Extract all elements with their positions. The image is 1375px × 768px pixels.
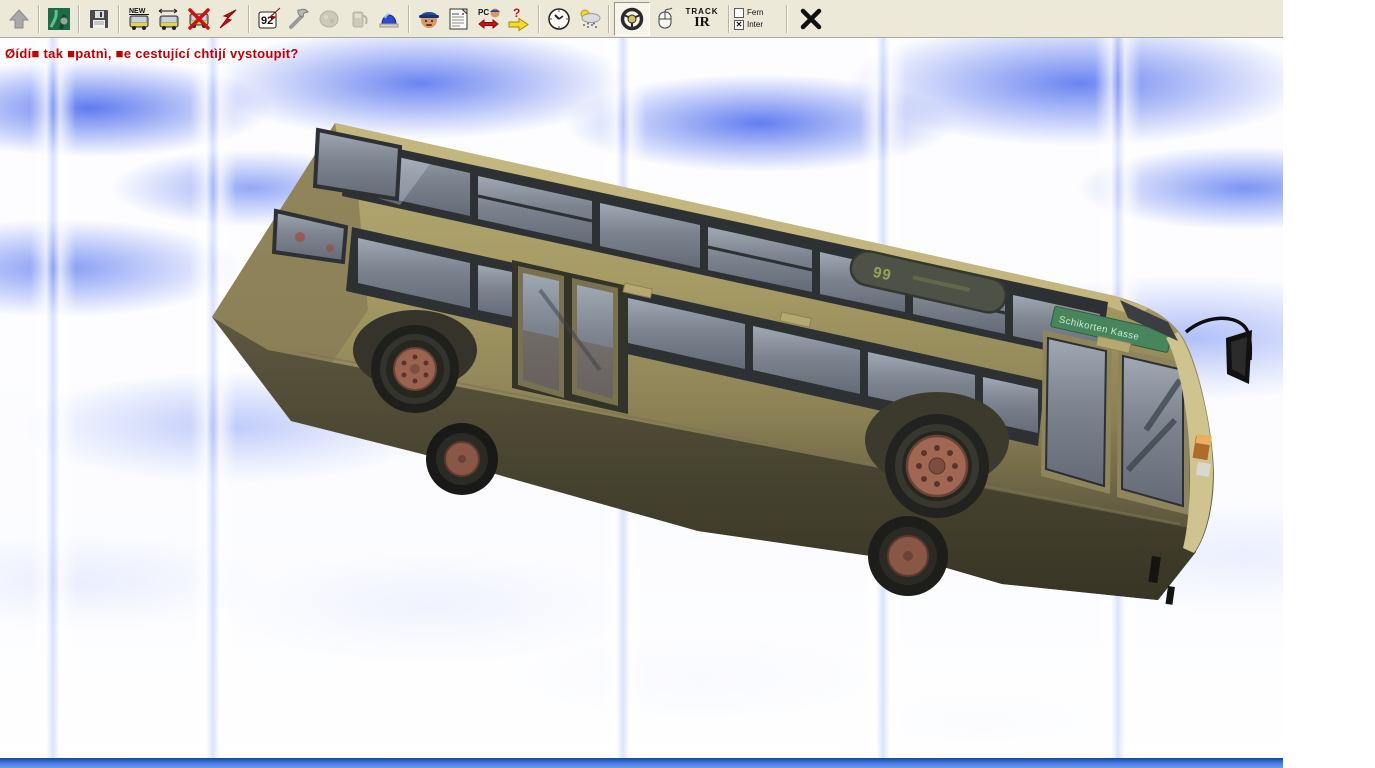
pc-label: PC [478, 8, 489, 17]
bus-delete-button[interactable] [184, 3, 214, 35]
steering-wheel-button-active[interactable] [614, 2, 650, 36]
save-floppy-icon [87, 7, 111, 31]
repair-wrench-icon [286, 6, 312, 32]
checkbox-row-inter[interactable]: ✕ Inter [734, 20, 782, 30]
steering-wheel-icon [619, 6, 645, 32]
trackir-label-bottom: IR [694, 16, 710, 30]
seat-reflection [326, 244, 334, 252]
mouse-button[interactable] [650, 3, 680, 35]
toolbar-separator [408, 5, 410, 33]
police-officer-icon [416, 6, 442, 32]
seat-reflection [295, 232, 305, 242]
toolbar-separator [786, 5, 788, 33]
bus-resize-icon [156, 6, 182, 32]
save-button[interactable] [84, 3, 114, 35]
exit-arrow-button[interactable] [214, 3, 244, 35]
ticket-list-icon [446, 6, 472, 32]
weather-button[interactable] [574, 3, 604, 35]
toolbar-separator [38, 5, 40, 33]
repair-wrench-button[interactable] [284, 3, 314, 35]
3d-viewport[interactable]: 99 Schikorten Kasse [0, 38, 1283, 758]
toolbar-separator [248, 5, 250, 33]
ground-bar [0, 758, 1283, 768]
map-tile-icon [47, 7, 71, 31]
bus-new-label: NEW [129, 8, 146, 15]
right-margin [1283, 0, 1375, 768]
view-checkbox-panel: Fern ✕ Inter [734, 3, 782, 35]
toolbar-separator [728, 5, 730, 33]
help-question-mark: ? [513, 6, 520, 20]
toolbar-separator [608, 5, 610, 33]
help-arrow-icon: ? [506, 6, 532, 32]
front-wheel-inner [868, 516, 948, 596]
checkbox-inter-checked[interactable]: ✕ [734, 20, 744, 30]
close-button[interactable] [792, 3, 830, 35]
clock-button[interactable] [544, 3, 574, 35]
bus-scene: 99 Schikorten Kasse [0, 38, 1283, 758]
up-arrow-icon [7, 7, 31, 31]
pc-transfer-icon: PC [476, 6, 502, 32]
toolbar-separator [538, 5, 540, 33]
fuel-pump-button-disabled[interactable] [344, 3, 374, 35]
app-window: NEW [0, 0, 1283, 768]
fuel-pump-disabled-icon [346, 6, 372, 32]
checkbox-fern-label: Fern [747, 9, 763, 17]
weather-icon [575, 6, 603, 32]
siren-light-icon [376, 6, 402, 32]
mouse-icon [652, 6, 678, 32]
ticket-printer-icon: 92 [256, 6, 282, 32]
main-toolbar: NEW [0, 0, 1283, 38]
help-arrow-button[interactable]: ? [504, 3, 534, 35]
clock-icon [546, 6, 572, 32]
rear-wheel-outer [371, 325, 459, 413]
bus-delete-icon [186, 6, 212, 32]
ticket-list-button[interactable] [444, 3, 474, 35]
trackir-button[interactable]: TRACK IR [680, 3, 724, 35]
status-message: Øídí■ tak ■patnì, ■e cestující chtìjí vy… [5, 46, 299, 61]
front-reflector [1196, 462, 1211, 477]
bus-new-icon: NEW [126, 6, 152, 32]
bus-new-button[interactable]: NEW [124, 3, 154, 35]
wash-disabled-icon [316, 6, 342, 32]
toolbar-separator [78, 5, 80, 33]
wash-button-disabled[interactable] [314, 3, 344, 35]
map-button[interactable] [44, 3, 74, 35]
checkbox-row-fern[interactable]: Fern [734, 8, 782, 18]
police-button[interactable] [414, 3, 444, 35]
up-arrow-button[interactable] [4, 3, 34, 35]
toolbar-separator [118, 5, 120, 33]
ticket-printer-button[interactable]: 92 [254, 3, 284, 35]
front-wheel-outer [885, 414, 989, 518]
rear-wheel-inner [426, 423, 498, 495]
siren-button[interactable] [374, 3, 404, 35]
middle-door [512, 260, 628, 414]
exit-arrow-icon [217, 7, 241, 31]
bus-resize-button[interactable] [154, 3, 184, 35]
close-x-icon [798, 6, 824, 32]
checkbox-fern[interactable] [734, 8, 744, 18]
checkbox-inter-label: Inter [747, 21, 763, 29]
pc-transfer-button[interactable]: PC [474, 3, 504, 35]
